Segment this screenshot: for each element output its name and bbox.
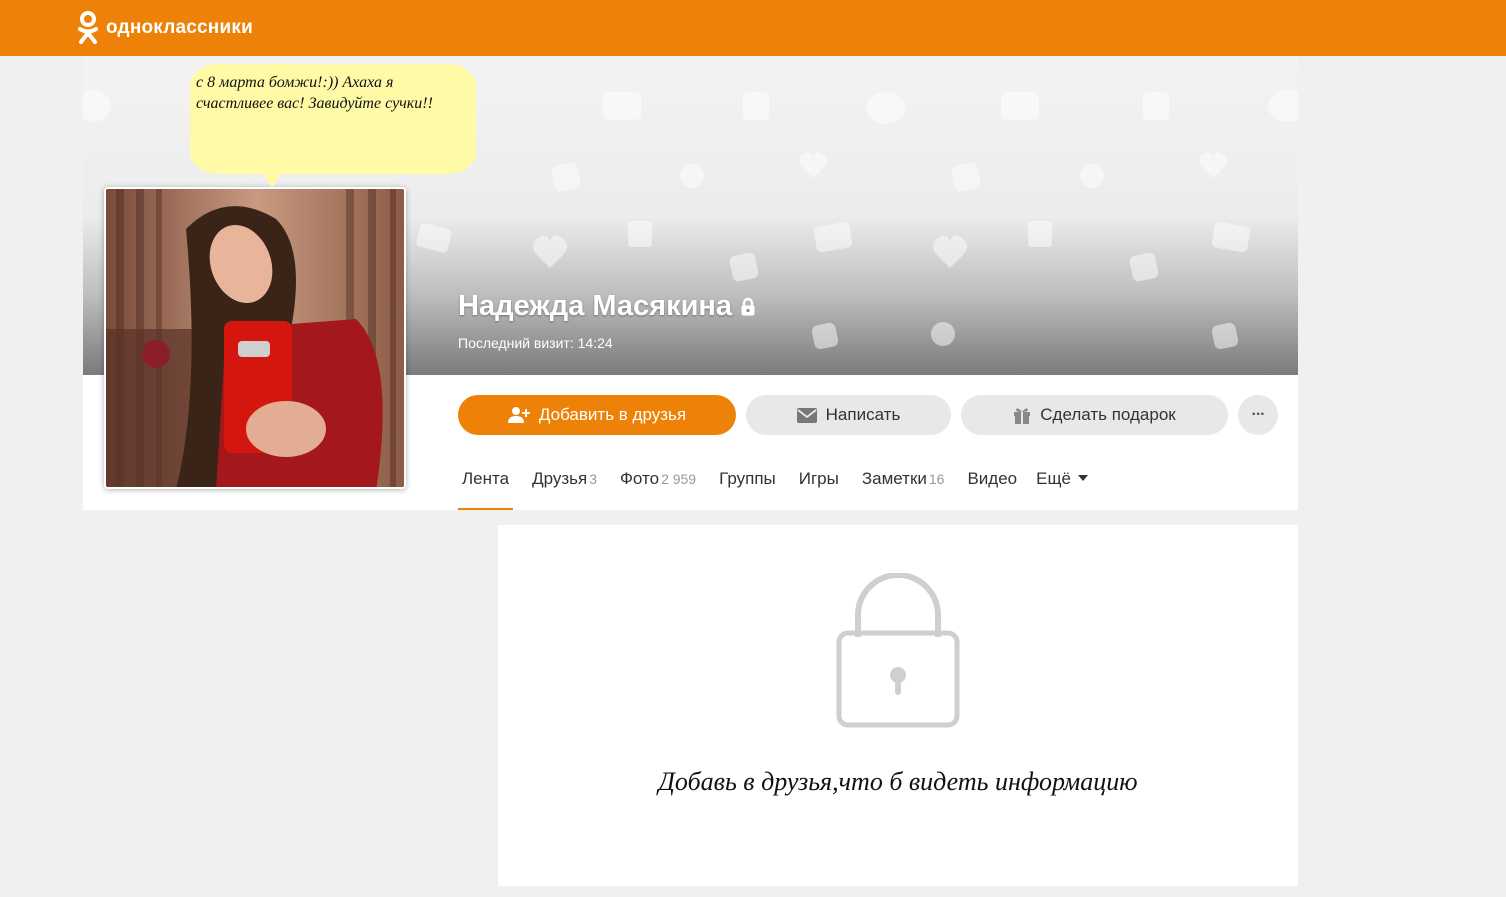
- tab-video[interactable]: Видео: [963, 463, 1021, 510]
- add-friend-label: Добавить в друзья: [538, 405, 687, 424]
- tab-feed[interactable]: Лента: [458, 463, 514, 510]
- tab-label: Ещё: [1036, 469, 1071, 488]
- tab-label: Друзья: [532, 469, 588, 488]
- profile-name: Надежда Масякина: [458, 290, 733, 322]
- tab-label: Игры: [798, 469, 839, 488]
- write-label: Написать: [825, 405, 901, 424]
- tab-label: Заметки: [861, 469, 927, 488]
- tab-games[interactable]: Игры: [795, 463, 843, 510]
- add-user-icon: [507, 407, 530, 423]
- envelope-icon: [796, 407, 817, 423]
- tab-notes[interactable]: Заметки 16: [858, 463, 949, 510]
- tab-count: 16: [928, 471, 945, 487]
- top-bar: одноклассники: [0, 0, 1506, 56]
- status-bubble: с 8 марта бомжи!:)) Ахаха я счастливее в…: [190, 64, 476, 174]
- tab-label: Видео: [967, 469, 1018, 488]
- tab-label: Фото: [620, 469, 660, 488]
- avatar-photo: [106, 189, 404, 487]
- lock-icon: [741, 297, 755, 315]
- ok-logo-icon: [78, 11, 98, 44]
- tab-photos[interactable]: Фото 2 959: [616, 463, 700, 510]
- tab-label: Лента: [462, 469, 510, 488]
- profile-avatar[interactable]: [104, 187, 406, 489]
- profile-name-row: Надежда Масякина: [458, 290, 756, 323]
- tab-count: 2 959: [661, 471, 697, 487]
- tab-label: Группы: [719, 469, 776, 488]
- profile-tabs: Лента Друзья 3 Фото 2 959 Группы Игры Заме…: [458, 463, 1107, 510]
- tab-friends[interactable]: Друзья 3: [528, 463, 601, 510]
- tab-groups[interactable]: Группы: [715, 463, 780, 510]
- locked-message: Добавь в друзья,что б видеть информацию: [658, 767, 1138, 796]
- big-lock-icon: [836, 573, 960, 728]
- tab-count: 3: [589, 471, 597, 487]
- more-dots-icon: ···: [1251, 406, 1266, 423]
- more-actions-button[interactable]: ···: [1238, 395, 1278, 435]
- gift-label: Сделать подарок: [1040, 405, 1176, 424]
- chevron-down-icon: [1077, 474, 1088, 481]
- gift-icon: [1014, 408, 1031, 424]
- tab-more[interactable]: Ещё: [1032, 463, 1092, 510]
- status-bubble-tail: [262, 172, 282, 188]
- write-message-button[interactable]: Написать: [746, 395, 951, 435]
- send-gift-button[interactable]: Сделать подарок: [961, 395, 1228, 435]
- last-visit: Последний визит: 14:24: [458, 335, 613, 351]
- locked-content-panel: Добавь в друзья,что б видеть информацию: [498, 525, 1298, 886]
- ok-logo[interactable]: одноклассники: [76, 8, 253, 48]
- add-friend-button[interactable]: Добавить в друзья: [458, 395, 736, 435]
- logo-text: одноклассники: [106, 17, 253, 38]
